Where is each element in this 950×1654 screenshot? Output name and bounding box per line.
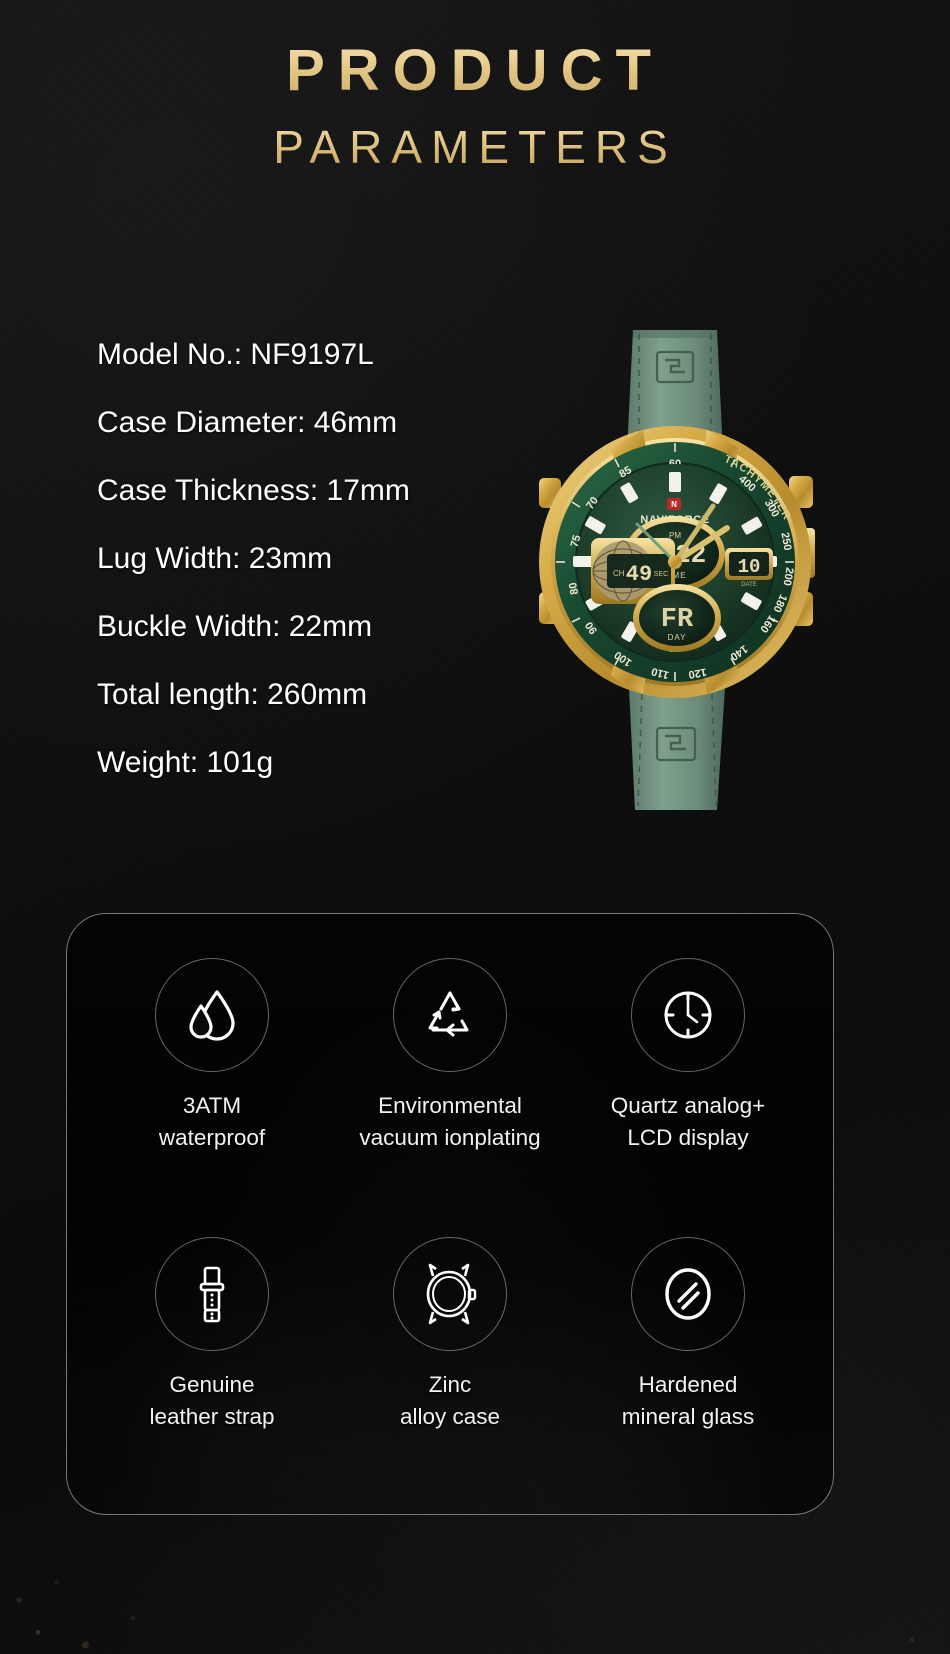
feature-item-waterproof: 3ATM waterproof: [93, 958, 331, 1219]
watch-strap-icon: [199, 1266, 225, 1323]
spec-total-length: Total length: 260mm: [97, 678, 368, 711]
feature-grid: 3ATM waterproof Environmental vacuum ion…: [67, 914, 833, 1514]
subdial-ch-label: CH: [613, 569, 625, 578]
feature-label-line1: Environmental: [378, 1093, 522, 1118]
feature-item-quartz: Quartz analog+ LCD display: [569, 958, 807, 1219]
feature-label-quartz: Quartz analog+ LCD display: [611, 1090, 765, 1154]
feature-label-alloy-case: Zinc alloy case: [400, 1369, 500, 1433]
specification-list: Model No.: NF9197L Case Diameter: 46mm C…: [97, 340, 517, 778]
spec-model-no: Model No.: NF9197L: [97, 338, 374, 371]
feature-label-line1: Quartz analog+: [610, 1093, 766, 1118]
clock-icon: [664, 991, 712, 1039]
water-drops-icon: [189, 990, 235, 1041]
product-watch-image: TACHYMETER 60 85 70 75 80 90 100 110 120…: [515, 330, 835, 810]
feature-panel: 3ATM waterproof Environmental vacuum ion…: [66, 913, 834, 1515]
feature-badge-alloy-case: [393, 1237, 507, 1351]
subdial-day-label: DAY: [668, 633, 687, 642]
subdial-day: FR DAY: [633, 584, 721, 652]
feature-badge-quartz: [631, 958, 745, 1072]
feature-badge-mineral-glass: [631, 1237, 745, 1351]
feature-item-ionplating: Environmental vacuum ionplating: [331, 958, 569, 1219]
spec-buckle-width: Buckle Width: 22mm: [97, 610, 373, 643]
feature-label-line1: Genuine: [169, 1372, 255, 1397]
spec-weight: Weight: 101g: [97, 746, 274, 779]
page-title: PRODUCT: [0, 42, 950, 100]
feature-label-line2: waterproof: [158, 1124, 266, 1150]
feature-label-line2: vacuum ionplating: [359, 1124, 541, 1150]
feature-label-line1: Zinc: [428, 1372, 472, 1397]
feature-item-mineral-glass: Hardened mineral glass: [569, 1219, 807, 1480]
subdial-ampm: PM: [669, 531, 681, 540]
recycle-icon: [428, 991, 469, 1037]
feature-label-line2: alloy case: [399, 1403, 501, 1429]
watch-strap-lower: [629, 688, 725, 810]
spec-case-thickness: Case Thickness: 17mm: [97, 474, 410, 507]
feature-label-line1: 3ATM: [182, 1093, 242, 1118]
feature-badge-waterproof: [155, 958, 269, 1072]
svg-text:80: 80: [567, 581, 581, 595]
svg-text:N: N: [671, 500, 677, 509]
spec-lug-width: Lug Width: 23mm: [97, 542, 333, 575]
watch-case-icon: [426, 1263, 477, 1325]
feature-label-line2: mineral glass: [621, 1403, 755, 1429]
spec-case-diameter: Case Diameter: 46mm: [97, 406, 398, 439]
feature-item-alloy-case: Zinc alloy case: [331, 1219, 569, 1480]
feature-item-leather-strap: Genuine leather strap: [93, 1219, 331, 1480]
feature-label-line2: leather strap: [149, 1403, 275, 1429]
subdial-seconds-value: 49: [626, 562, 652, 587]
page-subtitle: PARAMETERS: [0, 124, 950, 170]
subdial-day-value: FR: [661, 605, 694, 635]
feature-label-line1: Hardened: [638, 1372, 738, 1397]
feature-label-waterproof: 3ATM waterproof: [159, 1090, 265, 1154]
feature-label-leather-strap: Genuine leather strap: [149, 1369, 274, 1433]
feature-label-ionplating: Environmental vacuum ionplating: [359, 1090, 540, 1154]
subdial-date-value: 10: [738, 556, 761, 578]
feature-label-mineral-glass: Hardened mineral glass: [622, 1369, 755, 1433]
subdial-seconds-label: SEC: [654, 571, 668, 578]
feature-label-line2: LCD display: [627, 1124, 749, 1150]
subdial-date-label: DATE: [741, 582, 757, 588]
feature-badge-ionplating: [393, 958, 507, 1072]
page-header: PRODUCT PARAMETERS: [0, 0, 950, 171]
feature-badge-leather-strap: [155, 1237, 269, 1351]
watch-illustration: TACHYMETER 60 85 70 75 80 90 100 110 120…: [539, 330, 815, 810]
product-parameters-page: PRODUCT PARAMETERS Model No.: NF9197L Ca…: [0, 0, 950, 1654]
mineral-glass-icon: [665, 1268, 711, 1320]
